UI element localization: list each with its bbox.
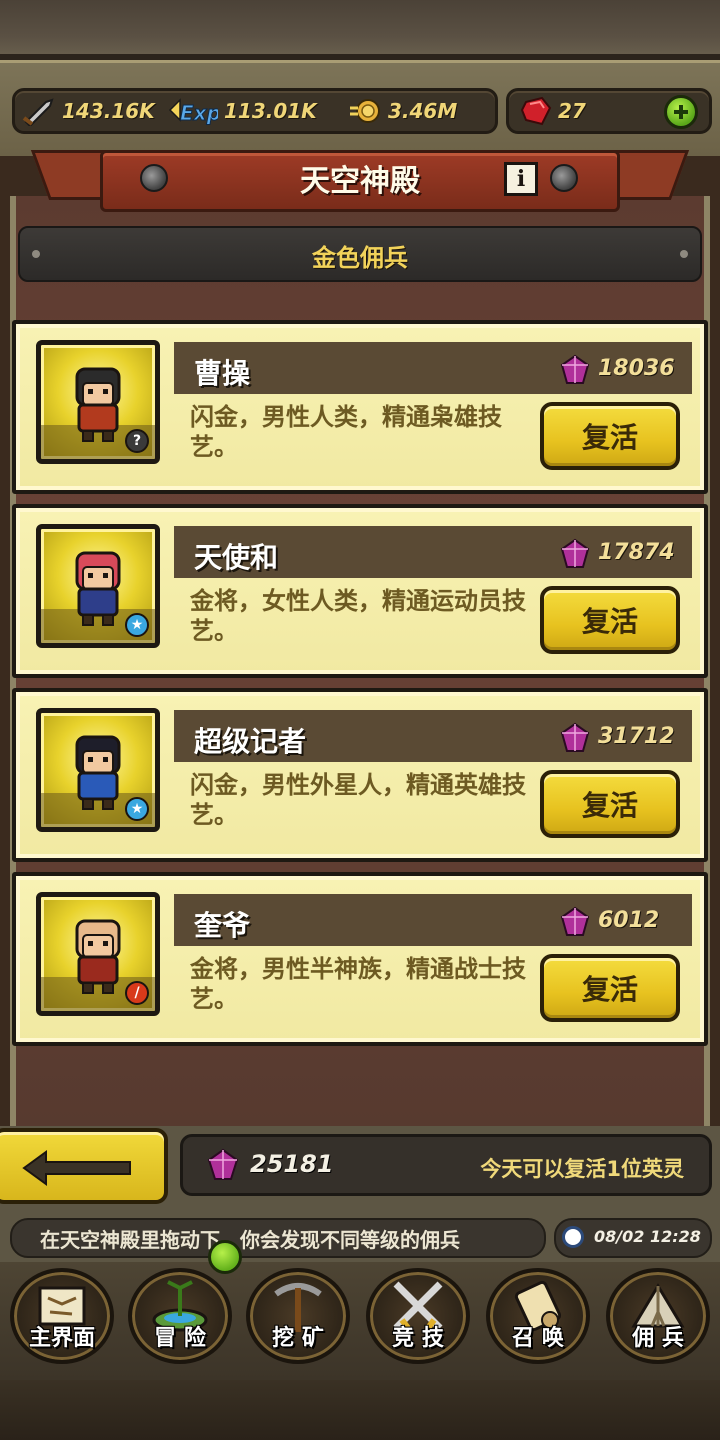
clock-time: 08/02 12:28 <box>594 1227 701 1246</box>
hero-class-badge: / <box>125 981 149 1005</box>
gold-value: 3.46M <box>388 99 458 123</box>
nav-item[interactable]: 冒 险 <box>122 1262 238 1372</box>
nav-label: 冒 险 <box>154 1326 206 1351</box>
hero-name: 曹操 <box>194 357 251 390</box>
gem-icon <box>560 906 590 936</box>
nav-item[interactable]: 挖 矿 <box>240 1262 356 1372</box>
gem-icon <box>560 538 590 568</box>
hero-revive-cost: 17874 <box>598 540 675 565</box>
gold-coin-icon <box>350 99 380 123</box>
gem-icon <box>560 722 590 752</box>
hero-name: 奎爷 <box>194 909 251 942</box>
hero-card[interactable]: ★ 超级记者 31712 闪金，男性外星人，精通英雄技艺。 复活 <box>12 688 708 862</box>
hero-portrait[interactable]: ★ <box>36 524 160 648</box>
back-arrow-icon <box>22 1150 131 1186</box>
attack-resource: 143.16K <box>22 96 155 126</box>
nav-item[interactable]: 竞 技 <box>360 1262 476 1372</box>
revive-button[interactable]: 复活 <box>540 402 680 470</box>
back-button[interactable] <box>0 1128 168 1204</box>
ruby-value: 27 <box>558 99 586 123</box>
ruby-icon <box>520 96 552 126</box>
attack-value: 143.16K <box>62 99 155 123</box>
nav-item[interactable]: 召 唤 <box>480 1262 596 1372</box>
top-map-background <box>0 0 720 60</box>
nav-label: 竞 技 <box>392 1326 444 1351</box>
exp-value: 113.01K <box>224 99 317 123</box>
revive-button[interactable]: 复活 <box>540 770 680 838</box>
category-title: 金色佣兵 <box>312 244 408 272</box>
ruby-resource: 27 <box>520 96 586 126</box>
hero-description: 闪金，男性外星人，精通英雄技艺。 <box>190 771 526 829</box>
plus-icon <box>674 105 688 119</box>
hero-description: 闪金，男性人类，精通枭雄技艺。 <box>190 403 502 461</box>
nav-item[interactable]: 主界面 <box>4 1262 120 1372</box>
hero-description: 金将，男性半神族，精通战士技艺。 <box>190 955 526 1013</box>
hero-class-badge: ★ <box>125 613 149 637</box>
gem-icon <box>207 1148 239 1180</box>
clock-icon <box>562 1226 584 1248</box>
page-title: 天空神殿 <box>300 164 420 199</box>
add-ruby-button[interactable] <box>664 95 698 129</box>
nav-label: 挖 矿 <box>272 1326 324 1351</box>
hero-class-badge: ? <box>125 429 149 453</box>
hero-revive-cost: 31712 <box>598 724 675 749</box>
exp-resource: Exp 113.01K <box>168 96 317 126</box>
info-button[interactable]: i <box>504 162 538 196</box>
hero-card[interactable]: ? 曹操 18036 闪金，男性人类，精通枭雄技艺。 复活 <box>12 320 708 494</box>
hero-portrait[interactable]: ? <box>36 340 160 464</box>
hero-portrait[interactable]: / <box>36 892 160 1016</box>
svg-text:Exp: Exp <box>180 101 218 125</box>
hero-name: 超级记者 <box>194 725 307 758</box>
gem-balance: 25181 <box>250 1150 334 1178</box>
hero-name: 天使和 <box>194 541 279 574</box>
revive-button[interactable]: 复活 <box>540 586 680 654</box>
nav-label: 召 唤 <box>512 1326 564 1351</box>
hero-revive-cost: 6012 <box>598 908 660 933</box>
hero-card[interactable]: / 奎爷 6012 金将，男性半神族，精通战士技艺。 复活 <box>12 872 708 1046</box>
hero-portrait[interactable]: ★ <box>36 708 160 832</box>
sword-icon <box>22 98 54 126</box>
exp-icon: Exp <box>168 98 218 126</box>
hero-card[interactable]: ★ 天使和 17874 金将，女性人类，精通运动员技艺。 复活 <box>12 504 708 678</box>
gold-resource: 3.46M <box>348 96 457 126</box>
hero-class-badge: ★ <box>125 797 149 821</box>
nav-label: 主界面 <box>28 1326 95 1351</box>
hero-revive-cost: 18036 <box>598 356 675 381</box>
nav-label: 佣 兵 <box>632 1326 684 1351</box>
tip-text: 在天空神殿里拖动下，你会发现不同等级的佣兵 <box>40 1228 460 1252</box>
revive-limit-note: 今天可以复活1位英灵 <box>480 1157 684 1181</box>
hero-description: 金将，女性人类，精通运动员技艺。 <box>190 587 526 645</box>
bottom-map-background <box>0 1380 720 1440</box>
revive-button[interactable]: 复活 <box>540 954 680 1022</box>
gem-icon <box>560 354 590 384</box>
adventure-notification-dot <box>208 1240 242 1274</box>
nav-item[interactable]: 佣 兵 <box>600 1262 716 1372</box>
